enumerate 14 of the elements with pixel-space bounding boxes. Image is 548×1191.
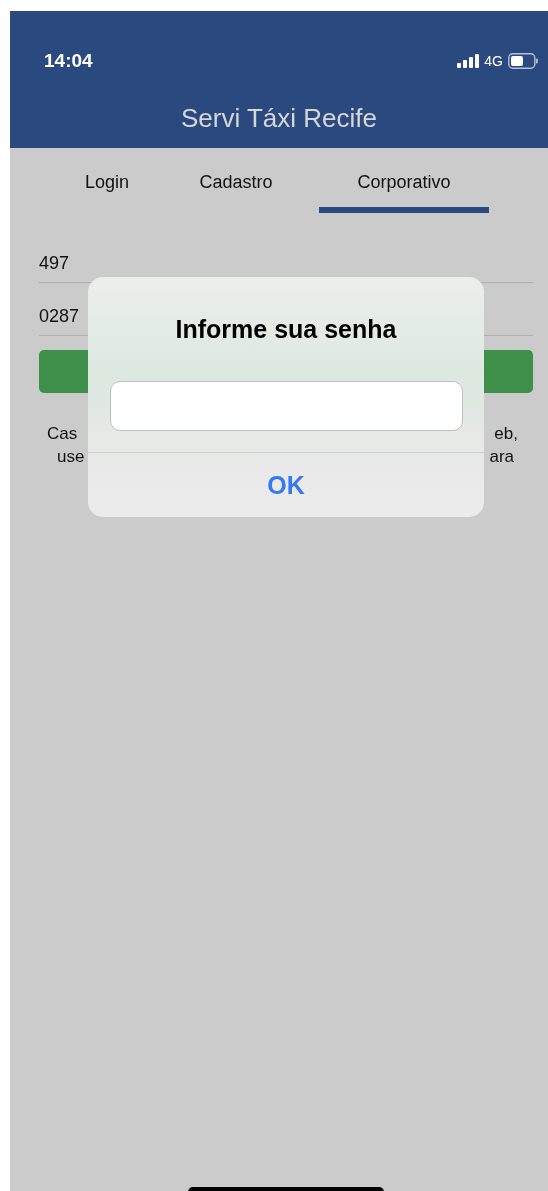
notice-text: Cas — [47, 423, 78, 445]
app-title: Servi Táxi Recife — [180, 103, 378, 134]
tab[interactable]: Login — [52, 148, 162, 213]
tab[interactable]: Corporativo — [319, 148, 489, 213]
notice-text: ara — [489, 446, 514, 468]
dialog-title: Informe sua senha — [175, 314, 397, 345]
password-field[interactable] — [109, 381, 463, 431]
network-label: 4G — [484, 53, 503, 69]
signal-icon — [457, 54, 480, 68]
notice-text: use — [57, 446, 85, 468]
notice-text: eb, — [494, 423, 518, 445]
status-time: 14:04 — [44, 50, 93, 72]
tab[interactable]: Cadastro — [162, 148, 310, 213]
battery-icon — [508, 53, 538, 69]
